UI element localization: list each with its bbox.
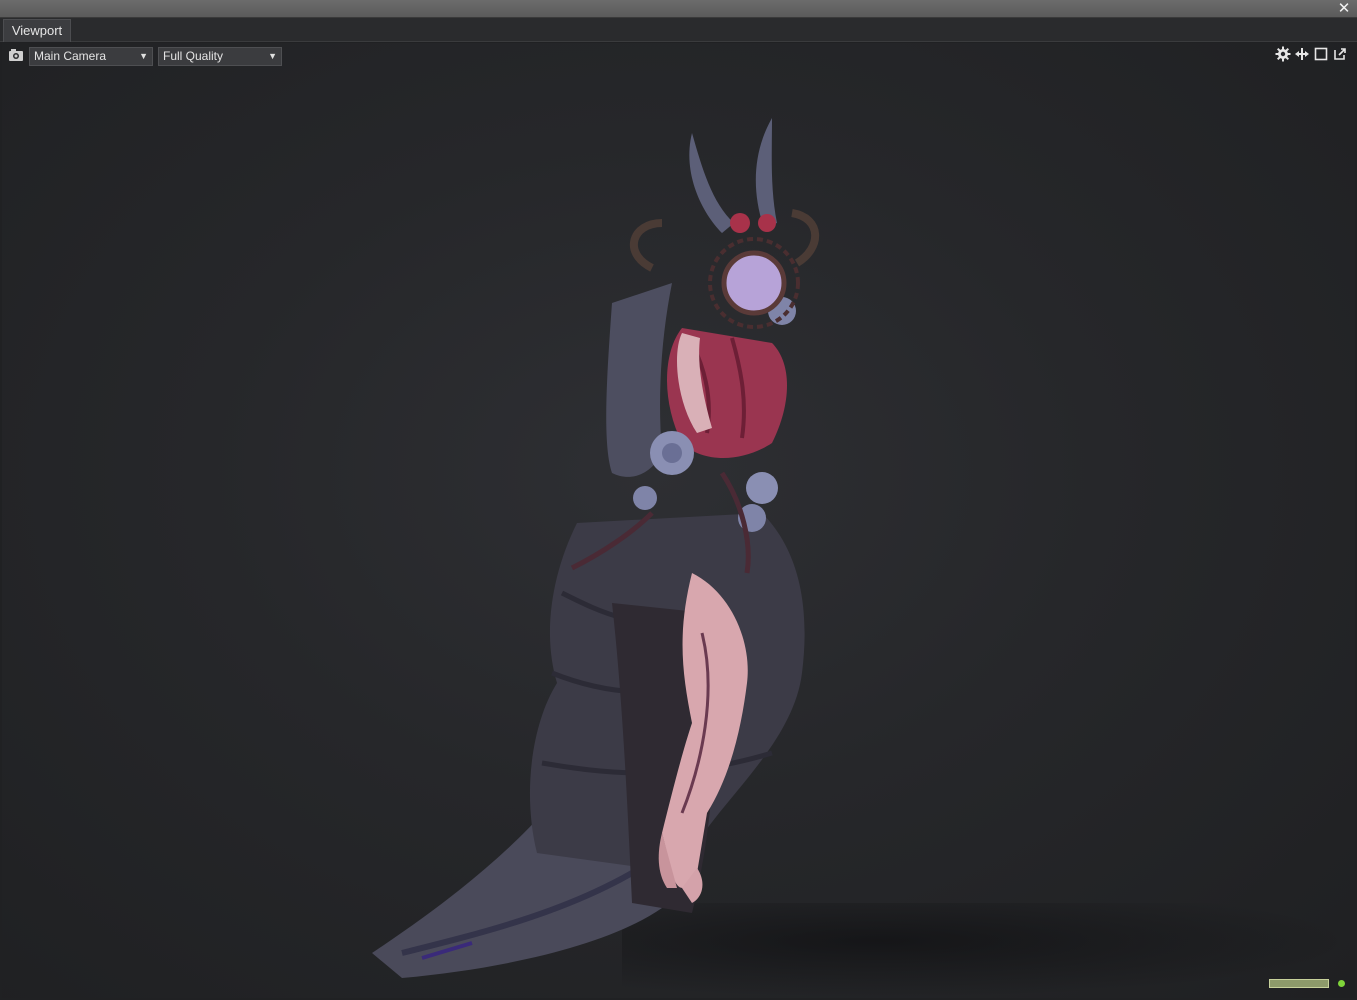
move-icon[interactable] [1294, 46, 1310, 62]
progress-indicator [1269, 979, 1329, 988]
viewport-options [1275, 46, 1351, 64]
camera-icon[interactable] [8, 48, 24, 62]
character-model [372, 118, 820, 978]
camera-select-value: Main Camera [34, 49, 107, 63]
close-icon[interactable]: ✕ [1337, 1, 1351, 16]
gear-icon[interactable] [1275, 46, 1291, 62]
chevron-down-icon: ▼ [139, 51, 148, 61]
camera-select[interactable]: Main Camera ▼ [29, 47, 153, 66]
quality-select-value: Full Quality [163, 49, 224, 63]
tab-viewport[interactable]: Viewport [3, 19, 71, 42]
chevron-down-icon: ▼ [268, 51, 277, 61]
title-bar[interactable]: ✕ [0, 0, 1357, 18]
popout-icon[interactable] [1332, 46, 1348, 62]
status-dot-icon [1338, 980, 1345, 987]
viewport-window: ✕ Viewport Main Camera ▼ Full Quality ▼ [0, 0, 1357, 1000]
quality-select[interactable]: Full Quality ▼ [158, 47, 282, 66]
tab-strip: Viewport [0, 18, 1357, 42]
viewport-canvas[interactable]: Main Camera ▼ Full Quality ▼ [2, 43, 1355, 998]
maximize-icon[interactable] [1313, 46, 1329, 62]
